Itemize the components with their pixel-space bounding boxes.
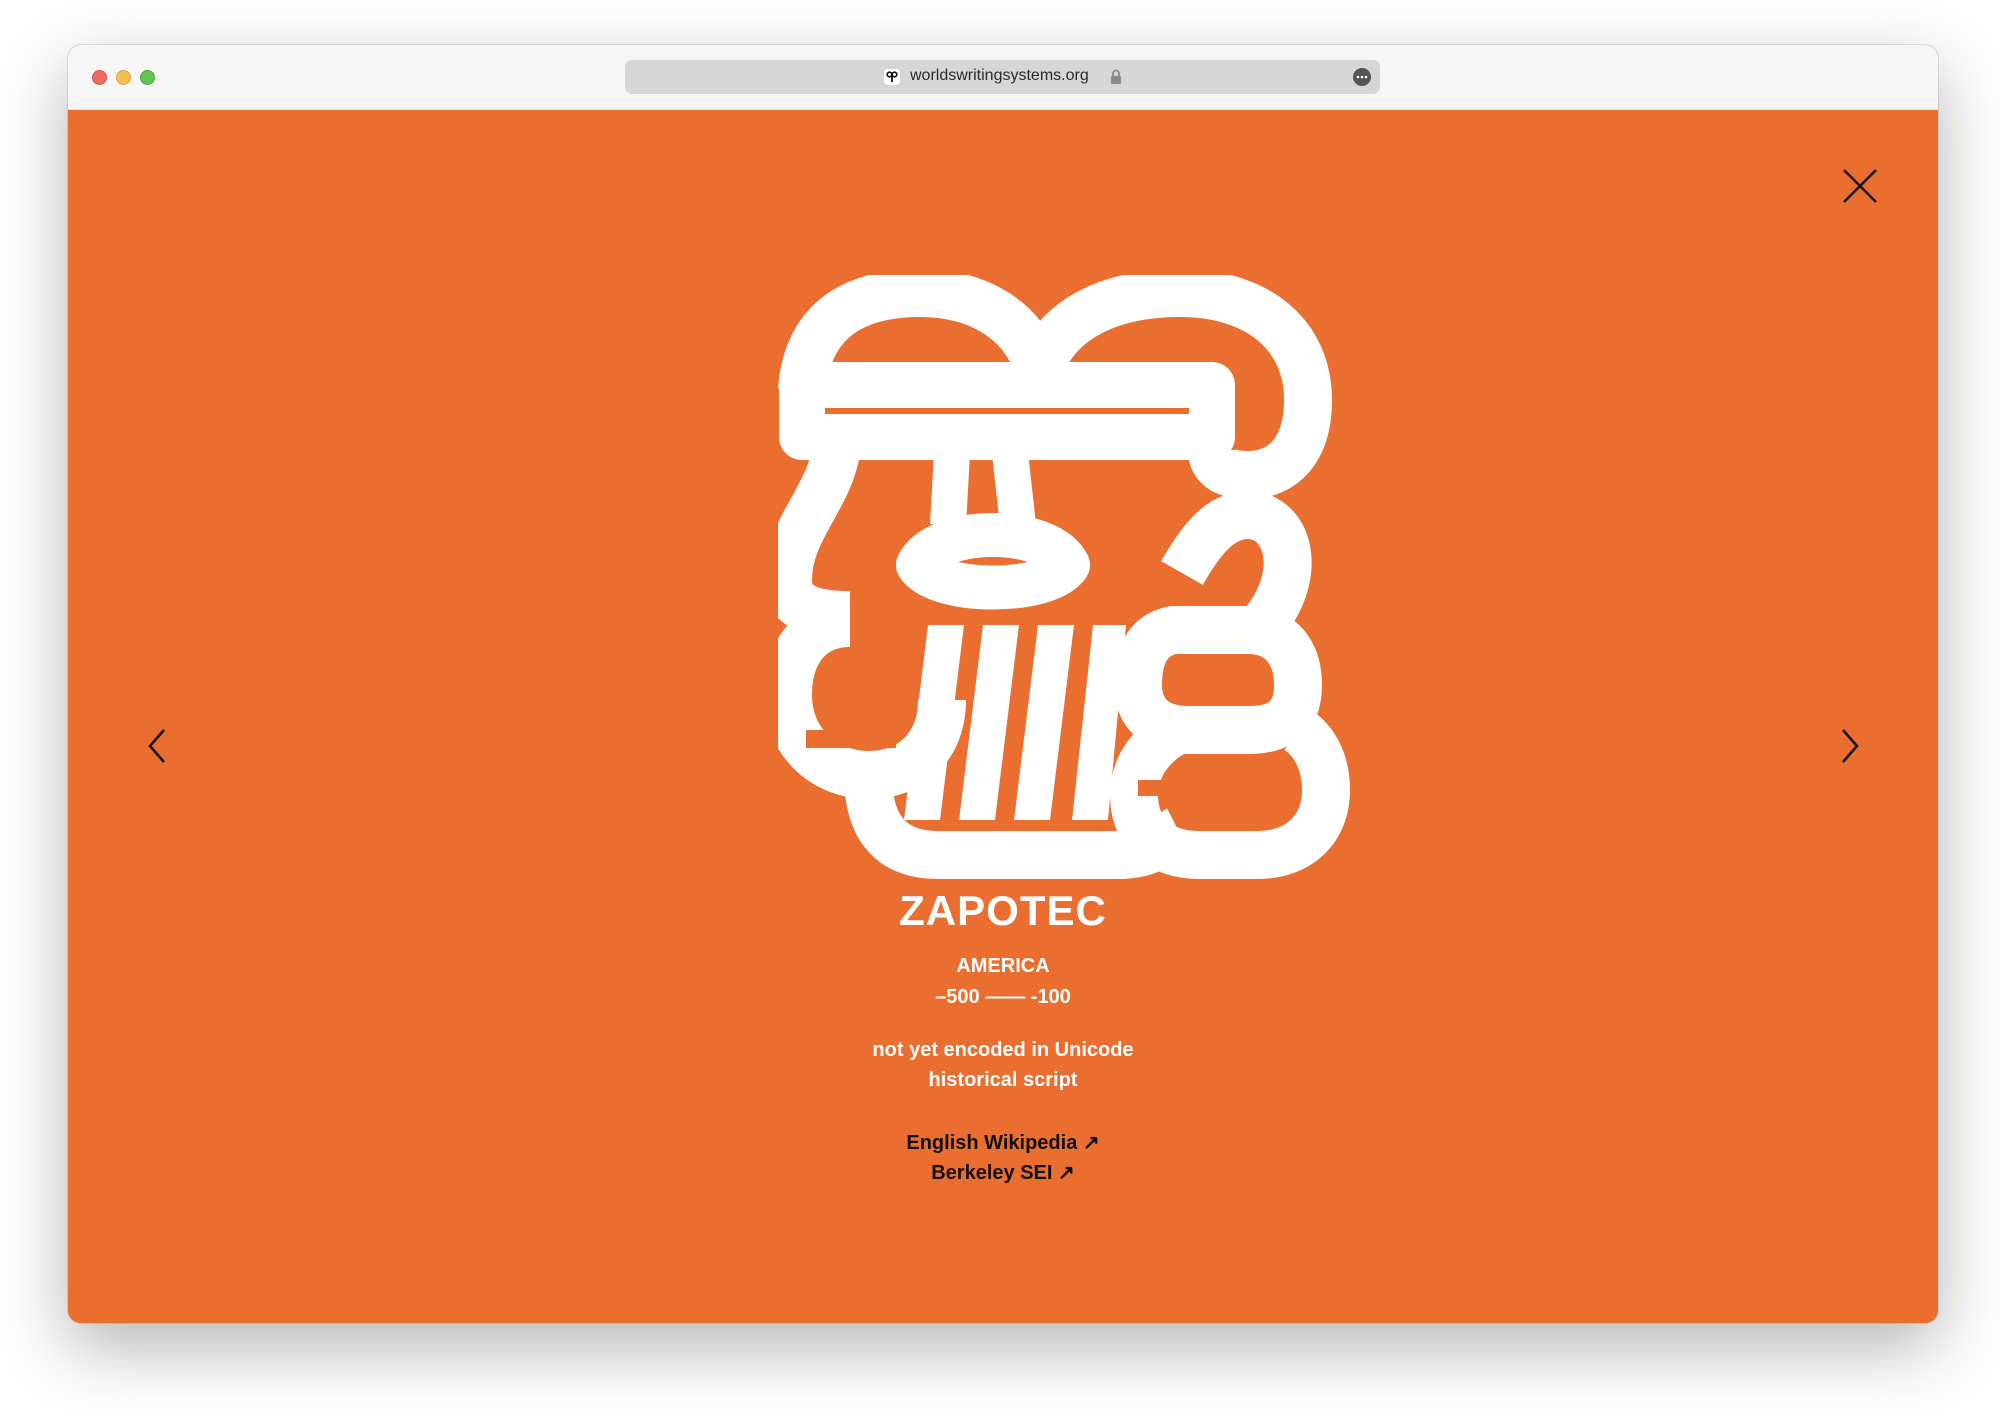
window-close-button[interactable]	[92, 70, 107, 85]
url-text: worldswritingsystems.org	[910, 67, 1089, 84]
next-script-button[interactable]	[1835, 726, 1865, 766]
site-favicon-icon	[884, 69, 900, 85]
script-title: ZAPOTEC	[899, 887, 1107, 934]
script-region: AMERICA	[956, 955, 1050, 977]
script-detail-page: ZAPOTEC AMERICA –500 —— -100 not yet enc…	[68, 110, 1938, 1323]
browser-window: worldswritingsystems.org ZAPOTEC AMERICA…	[68, 45, 1938, 1323]
more-options-icon[interactable]	[1353, 68, 1371, 86]
script-type: historical script	[928, 1069, 1078, 1091]
window-minimize-button[interactable]	[116, 70, 131, 85]
browser-titlebar: worldswritingsystems.org	[68, 45, 1938, 110]
chevron-right-icon	[1842, 729, 1859, 763]
berkeley-sei-link[interactable]: Berkeley SEI ↗	[853, 1160, 1153, 1185]
lock-icon	[1110, 69, 1122, 85]
window-zoom-button[interactable]	[140, 70, 155, 85]
close-button[interactable]	[1840, 166, 1880, 206]
english-wikipedia-link[interactable]: English Wikipedia ↗	[853, 1130, 1153, 1155]
previous-script-button[interactable]	[142, 726, 172, 766]
zapotec-glyph-icon	[778, 275, 1350, 879]
address-bar[interactable]: worldswritingsystems.org	[625, 60, 1380, 94]
chevron-left-icon	[148, 729, 165, 763]
unicode-status: not yet encoded in Unicode	[872, 1039, 1134, 1061]
script-dates: –500 —— -100	[935, 986, 1071, 1008]
close-icon	[1843, 169, 1877, 203]
